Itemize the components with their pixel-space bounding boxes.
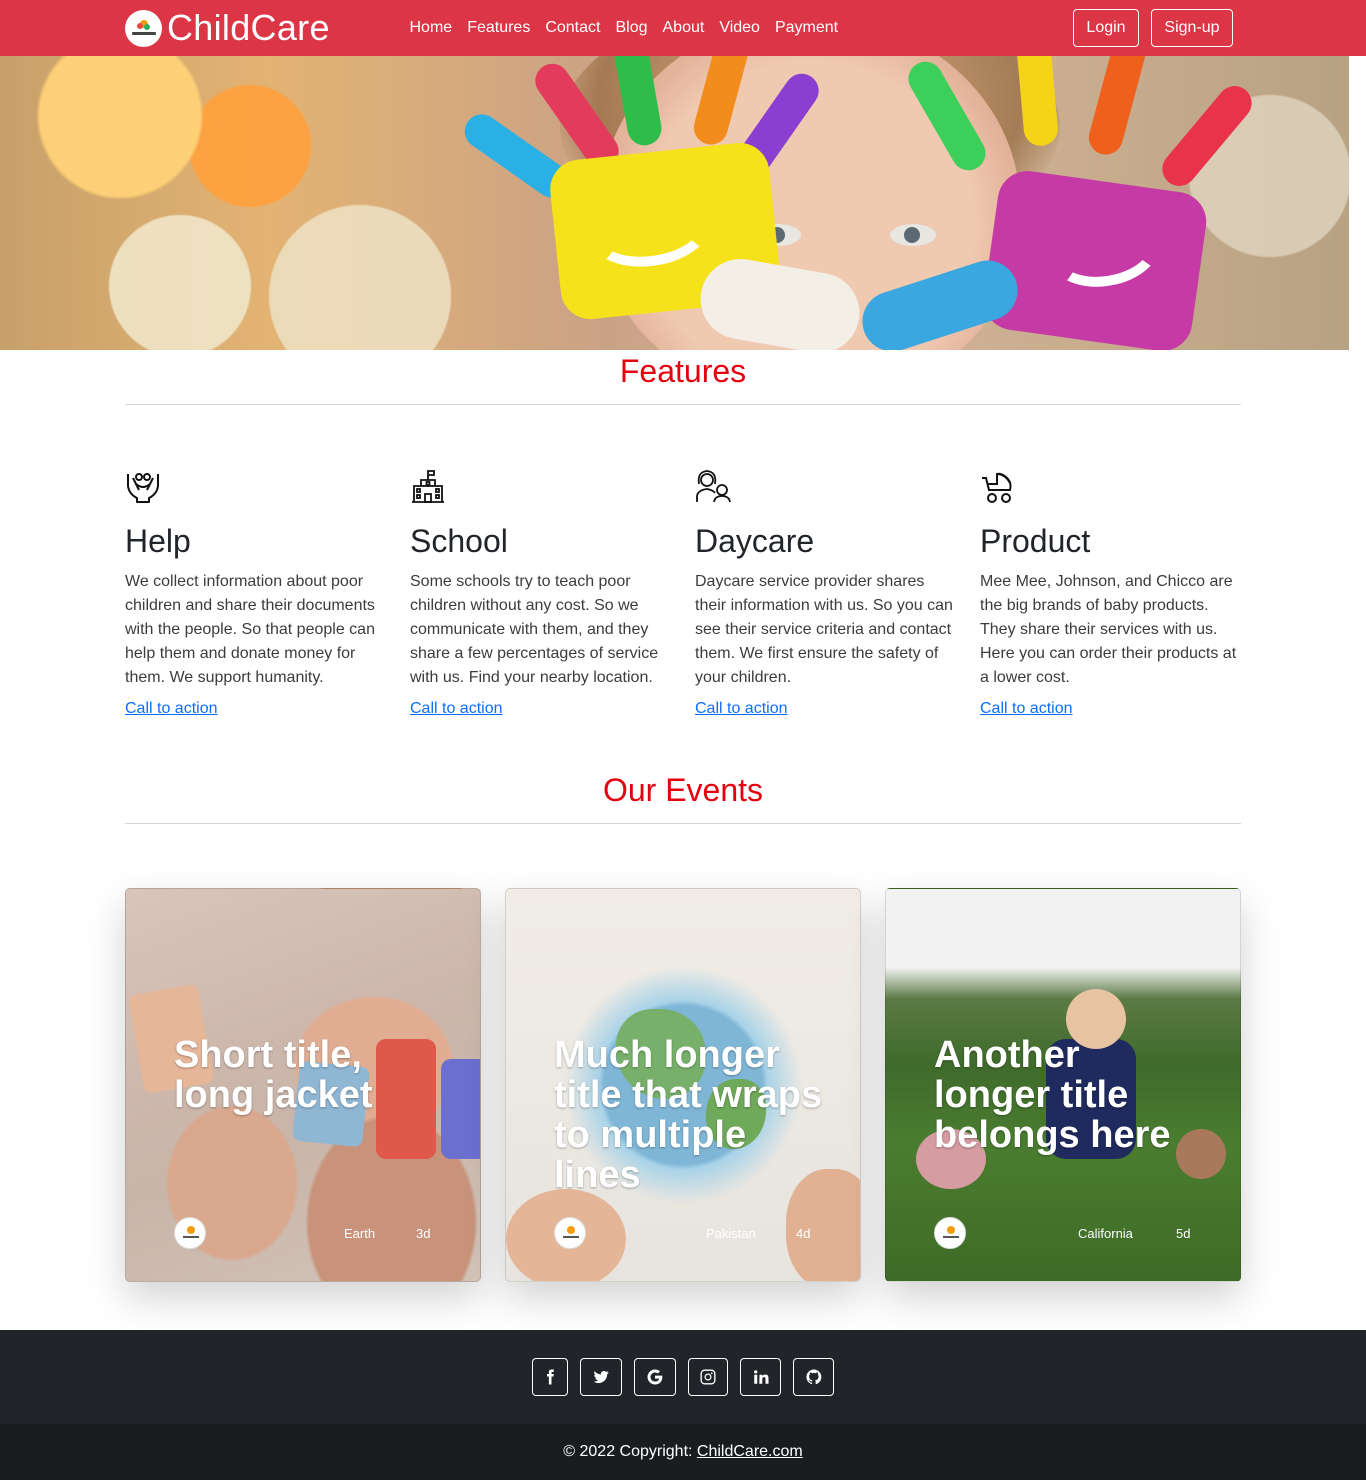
school-building-icon	[412, 470, 444, 503]
feature-text: Daycare service provider shares their in…	[695, 573, 953, 686]
features-title: Features	[619, 353, 747, 389]
navbar: ChildCare Home Features Contact Blog Abo…	[0, 0, 1366, 56]
copyright-link[interactable]: ChildCare.com	[697, 1443, 803, 1460]
nav-links: Home Features Contact Blog About Video P…	[402, 0, 846, 56]
feature-title: School	[410, 523, 508, 559]
feature-title: Daycare	[695, 523, 815, 559]
linkedin-icon[interactable]	[740, 1358, 781, 1396]
call-to-action-link[interactable]: Call to action	[980, 700, 1073, 718]
login-button[interactable]: Login	[1073, 9, 1139, 47]
feature-school: School Some schools try to teach poor ch…	[410, 468, 670, 717]
brand[interactable]: ChildCare	[125, 8, 330, 48]
parent-child-icon	[696, 470, 731, 503]
facebook-icon[interactable]	[532, 1358, 568, 1396]
feature-title: Product	[980, 523, 1091, 559]
signup-button[interactable]: Sign-up	[1151, 9, 1233, 47]
call-to-action-link[interactable]: Call to action	[695, 700, 788, 718]
event-card-title: Another longer title belongs here	[934, 1034, 1171, 1156]
feature-product: Product Mee Mee, Johnson, and Chicco are…	[980, 468, 1240, 717]
event-location: Earth	[344, 1226, 376, 1241]
github-icon[interactable]	[793, 1358, 834, 1396]
event-card-title: Short title, long jacket	[174, 1034, 373, 1116]
avatar	[554, 1217, 586, 1249]
nav-link-features[interactable]: Features	[460, 16, 538, 40]
nav-link-contact[interactable]: Contact	[538, 16, 608, 40]
feature-help: Help We collect information about poor c…	[125, 468, 385, 717]
baby-stroller-icon	[982, 472, 1012, 503]
twitter-icon[interactable]	[580, 1358, 622, 1396]
feature-text: Some schools try to teach poor children …	[410, 573, 659, 686]
events-divider	[125, 823, 1241, 824]
hero-image	[0, 56, 1349, 350]
event-card[interactable]: Much longer title that wraps to multiple…	[505, 888, 861, 1282]
brand-logo-icon	[125, 9, 162, 47]
avatar	[934, 1217, 966, 1249]
instagram-icon[interactable]	[688, 1358, 728, 1396]
copyright-bar: © 2022 Copyright: ChildCare.com	[0, 1424, 1366, 1480]
brand-name: ChildCare	[167, 7, 330, 48]
feature-text: We collect information about poor childr…	[125, 573, 375, 686]
copyright-text: © 2022 Copyright:	[563, 1443, 697, 1460]
feature-title: Help	[125, 523, 191, 559]
event-card[interactable]: Short title, long jacket Earth 3d	[125, 888, 481, 1282]
event-days: 3d	[416, 1226, 431, 1241]
events-title: Our Events	[602, 772, 764, 808]
helping-hands-icon	[127, 473, 159, 503]
feature-daycare: Daycare Daycare service provider shares …	[695, 468, 955, 717]
event-location: Pakistan	[706, 1226, 756, 1241]
event-card-title: Much longer title that wraps to multiple…	[554, 1034, 823, 1196]
avatar	[174, 1217, 206, 1249]
footer: © 2022 Copyright: ChildCare.com	[0, 1330, 1366, 1480]
features-divider	[125, 404, 1241, 405]
event-days: 5d	[1176, 1226, 1191, 1241]
nav-link-about[interactable]: About	[655, 16, 712, 40]
event-days: 4d	[796, 1226, 811, 1241]
feature-text: Mee Mee, Johnson, and Chicco are the big…	[980, 573, 1237, 686]
event-card[interactable]: Another longer title belongs here Califo…	[885, 888, 1241, 1282]
nav-link-blog[interactable]: Blog	[608, 16, 655, 40]
google-icon[interactable]	[634, 1358, 676, 1396]
nav-link-video[interactable]: Video	[712, 16, 768, 40]
call-to-action-link[interactable]: Call to action	[410, 700, 503, 718]
nav-link-home[interactable]: Home	[402, 16, 460, 40]
nav-link-payment[interactable]: Payment	[767, 16, 845, 40]
event-location: California	[1078, 1226, 1133, 1241]
call-to-action-link[interactable]: Call to action	[125, 700, 218, 718]
